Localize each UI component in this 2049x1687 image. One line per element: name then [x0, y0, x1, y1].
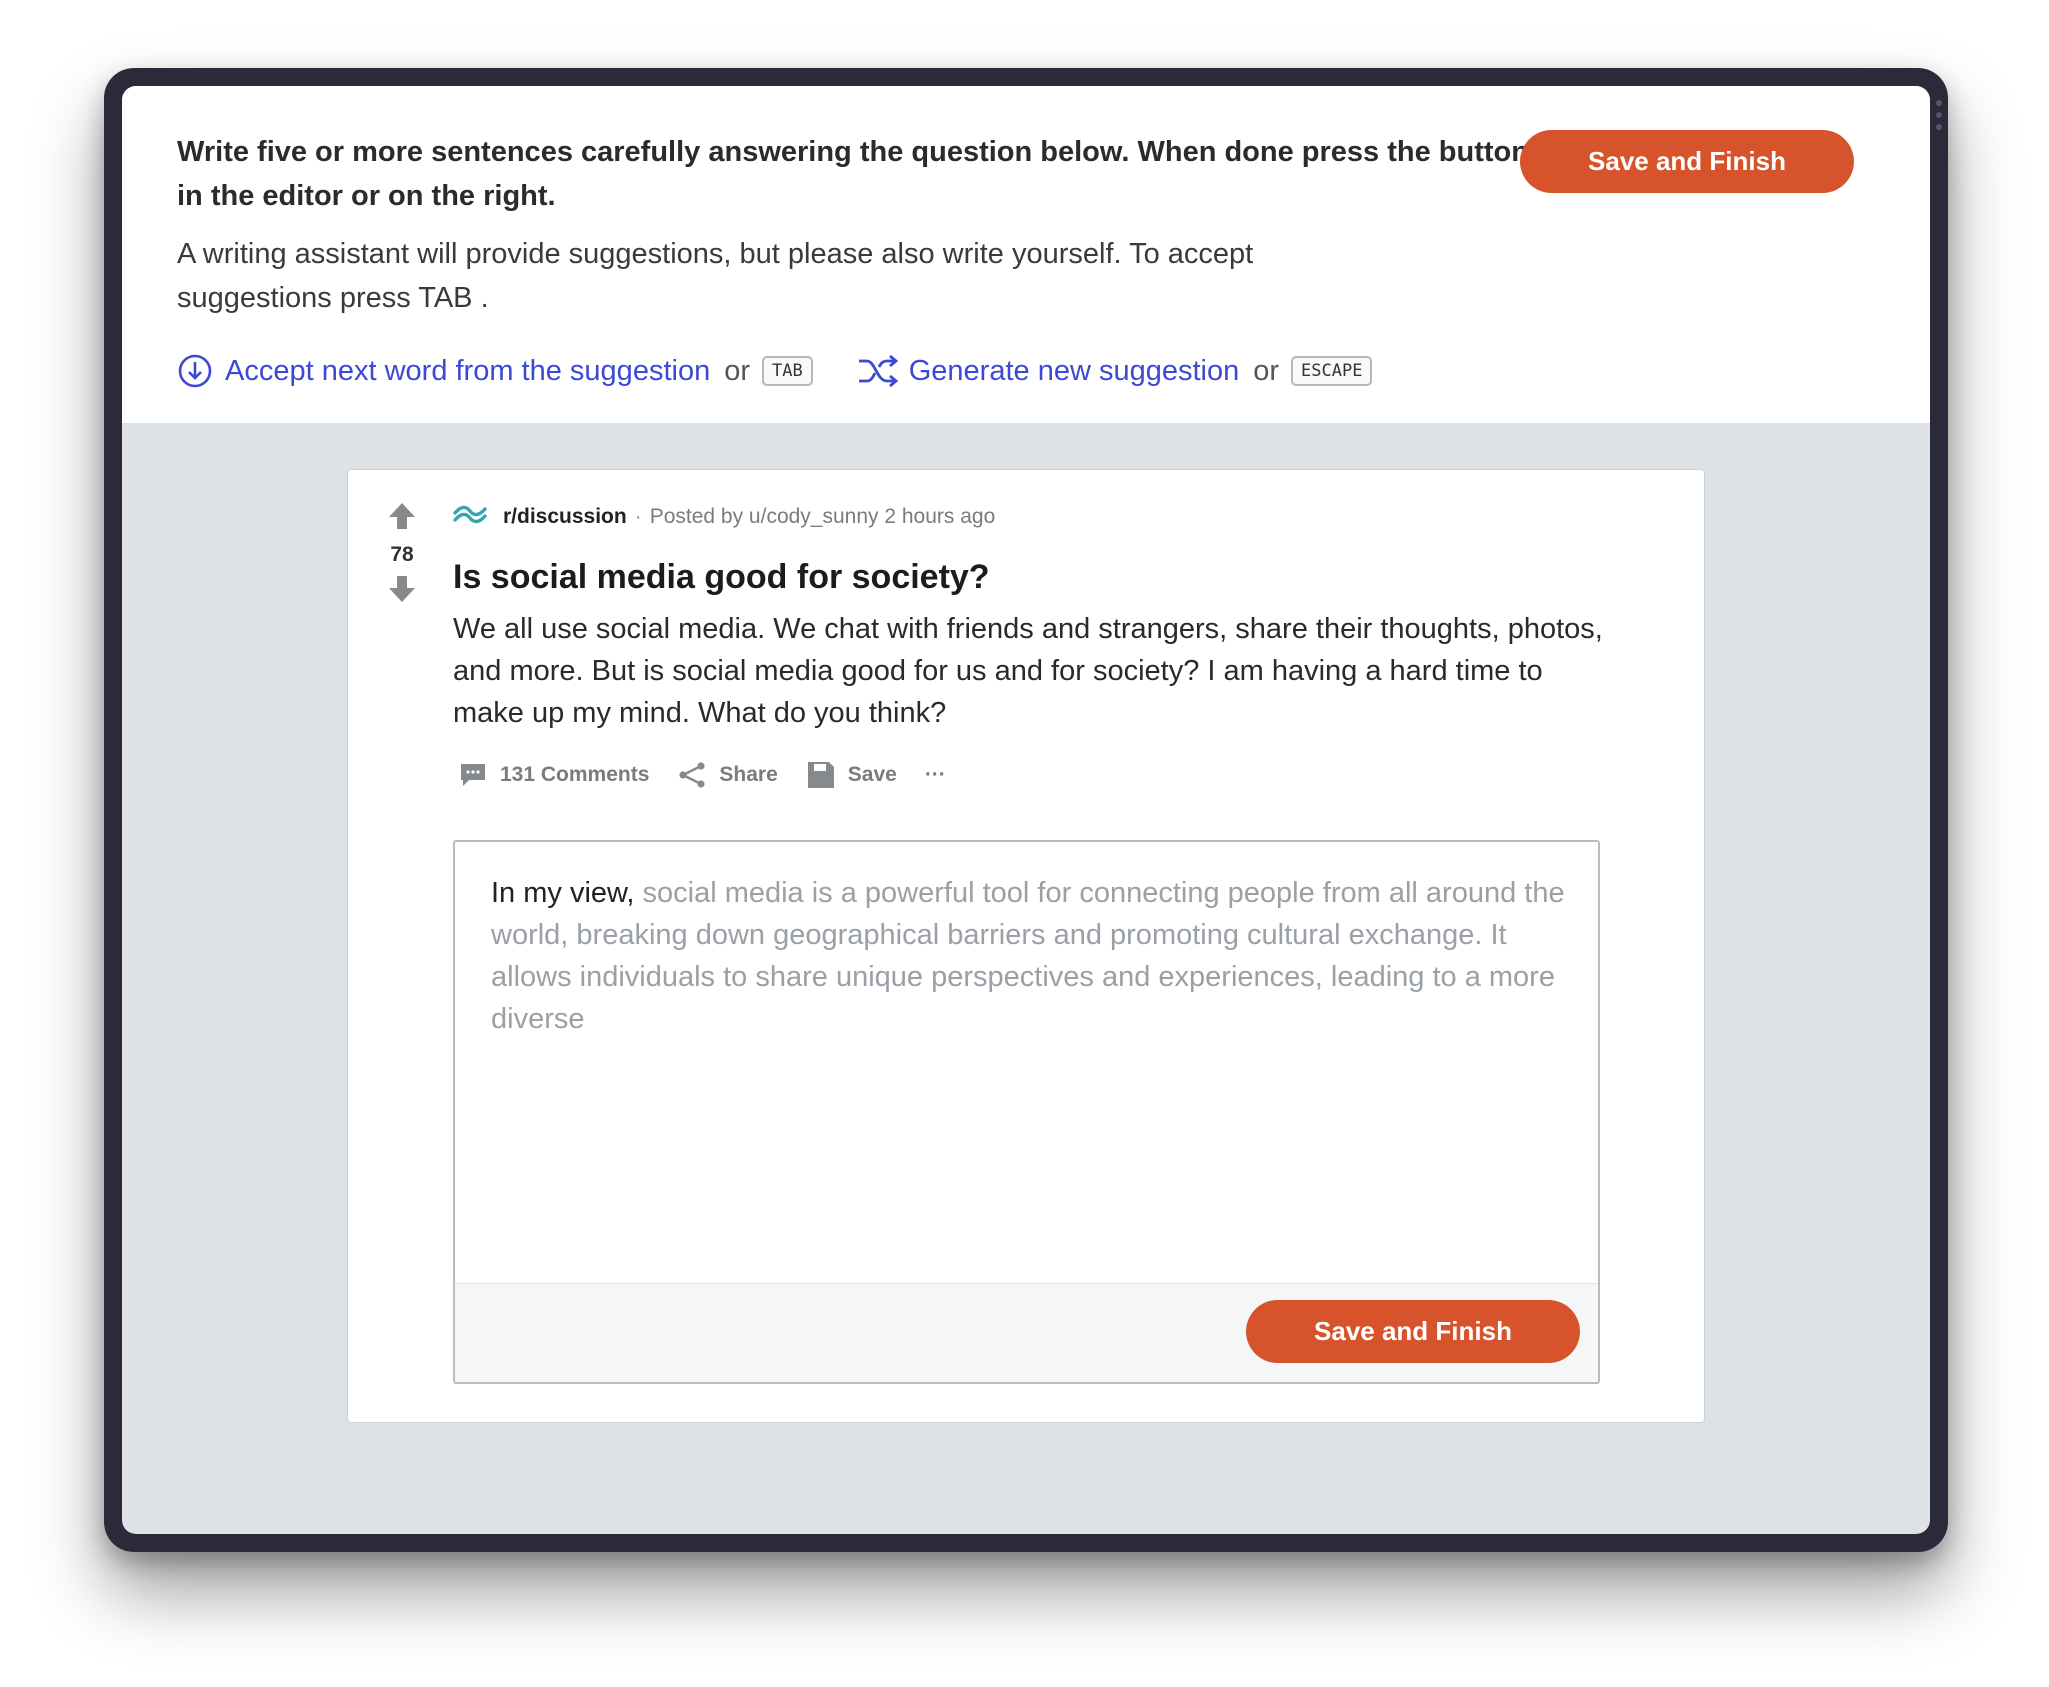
shuffle-icon[interactable]	[857, 353, 899, 389]
save-post-button[interactable]: Save	[806, 760, 897, 790]
save-and-finish-button-editor[interactable]: Save and Finish	[1246, 1300, 1580, 1363]
meta-separator: ·	[634, 505, 642, 528]
downvote-arrow-icon[interactable]	[376, 573, 428, 610]
instructions-text: A writing assistant will provide suggest…	[177, 238, 1254, 314]
save-label: Save	[847, 763, 897, 786]
editor-content[interactable]: In my view, social media is a powerful t…	[491, 872, 1581, 1040]
comment-icon	[461, 764, 485, 786]
instructions-header: Write five or more sentences carefully a…	[122, 86, 1930, 423]
vote-column: 78	[376, 500, 428, 610]
or-text: or	[724, 354, 750, 387]
subreddit-logo-icon	[453, 503, 487, 531]
tab-key-badge: TAB	[762, 356, 813, 386]
vote-count: 78	[390, 543, 414, 566]
suggestion-text: social media is a powerful tool for conn…	[491, 877, 1565, 1035]
shortcut-hints: Accept next word from the suggestion or …	[177, 351, 1373, 391]
share-icon	[679, 762, 705, 788]
post-actions: 131 Comments Share Save ···	[458, 755, 974, 795]
more-options-label: ···	[924, 763, 946, 786]
comments-button[interactable]: 131 Comments	[458, 761, 649, 789]
download-arrow-icon[interactable]	[177, 353, 213, 389]
answer-editor[interactable]: In my view, social media is a powerful t…	[453, 840, 1600, 1384]
comments-label: 131 Comments	[500, 763, 650, 786]
frame-side-dots	[1936, 100, 1944, 136]
posted-by-text: Posted by u/cody_sunny 2 hours ago	[649, 505, 996, 528]
typed-text: In my view,	[491, 877, 643, 909]
floppy-disk-icon	[807, 762, 834, 788]
save-and-finish-button-top[interactable]: Save and Finish	[1520, 130, 1854, 193]
editor-footer: Save and Finish	[455, 1283, 1598, 1382]
device-frame: Write five or more sentences carefully a…	[104, 68, 1948, 1552]
accept-next-word-link[interactable]: Accept next word from the suggestion	[225, 355, 710, 388]
or-text: or	[1253, 354, 1280, 387]
app-screen: Write five or more sentences carefully a…	[122, 86, 1930, 1534]
post-body: We all use social media. We chat with fr…	[453, 613, 1603, 729]
share-button[interactable]: Share	[677, 760, 778, 790]
upvote-arrow-icon[interactable]	[376, 500, 428, 537]
more-options-icon[interactable]: ···	[925, 763, 946, 787]
share-label: Share	[719, 763, 778, 786]
post-card: 78 r/discussion · Posted by u/cody_sunny…	[347, 469, 1705, 1423]
escape-key-badge: ESCAPE	[1291, 356, 1373, 386]
generate-new-suggestion-link[interactable]: Generate new suggestion	[909, 355, 1240, 388]
post-meta: r/discussion · Posted by u/cody_sunny 2 …	[453, 500, 995, 534]
subreddit-link[interactable]: r/discussion	[503, 505, 627, 529]
post-title: Is social media good for society?	[453, 558, 990, 596]
instructions-bold: Write five or more sentences carefully a…	[177, 136, 1529, 212]
